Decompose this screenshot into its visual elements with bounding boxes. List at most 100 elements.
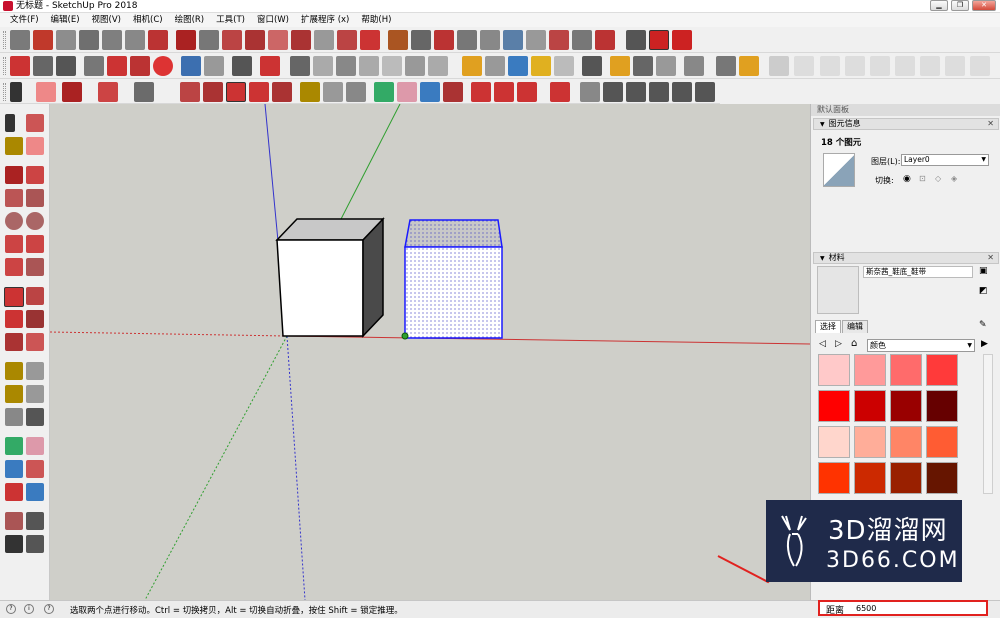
menu-file[interactable]: 文件(F) bbox=[4, 13, 45, 27]
color-swatch[interactable] bbox=[926, 462, 958, 494]
shadow-receive-icon[interactable]: ◈ bbox=[951, 174, 957, 183]
tool-m-icon[interactable] bbox=[769, 56, 789, 76]
scale-icon[interactable] bbox=[272, 82, 292, 102]
right-view-icon[interactable] bbox=[649, 82, 669, 102]
color-swatch[interactable] bbox=[818, 462, 850, 494]
orbit-icon[interactable] bbox=[374, 82, 394, 102]
redo-icon[interactable] bbox=[204, 56, 224, 76]
home-icon[interactable]: ⌂ bbox=[851, 338, 857, 349]
close-button[interactable]: ✕ bbox=[972, 0, 996, 11]
tool-23-icon[interactable] bbox=[526, 30, 546, 50]
zoom-window-icon[interactable] bbox=[26, 460, 44, 478]
push-pull-tool-icon[interactable] bbox=[26, 287, 44, 305]
undo-icon[interactable] bbox=[181, 56, 201, 76]
box-side-face[interactable] bbox=[362, 217, 384, 338]
erase-icon[interactable] bbox=[153, 56, 173, 76]
close-icon[interactable]: ✕ bbox=[987, 253, 994, 263]
offset-tool-icon[interactable] bbox=[26, 333, 44, 351]
zoom-tool-icon[interactable] bbox=[5, 460, 23, 478]
paint-bucket-icon[interactable] bbox=[5, 137, 23, 155]
collection-select[interactable]: 颜色 ▼ bbox=[867, 339, 975, 352]
walk-tool-icon[interactable] bbox=[5, 535, 23, 553]
tool-24-icon[interactable] bbox=[549, 30, 569, 50]
scale-tool-icon[interactable] bbox=[5, 333, 23, 351]
tool-u-icon[interactable] bbox=[970, 56, 990, 76]
toolbar-grip[interactable] bbox=[3, 83, 6, 101]
tool-12-icon[interactable] bbox=[268, 30, 288, 50]
tool-1-icon[interactable] bbox=[10, 30, 30, 50]
color-swatch[interactable] bbox=[890, 354, 922, 386]
arc-tool-icon[interactable] bbox=[5, 235, 23, 253]
text-icon[interactable] bbox=[323, 82, 343, 102]
3d-text-icon[interactable] bbox=[26, 408, 44, 426]
color-swatch[interactable] bbox=[890, 426, 922, 458]
copy-icon[interactable] bbox=[107, 56, 127, 76]
rotate-tool-icon[interactable] bbox=[5, 310, 23, 328]
minimize-button[interactable]: ▁ bbox=[930, 0, 948, 11]
tool-g-icon[interactable] bbox=[428, 56, 448, 76]
select-icon[interactable] bbox=[10, 82, 22, 102]
color-swatch[interactable] bbox=[926, 426, 958, 458]
tool-20-icon[interactable] bbox=[457, 30, 477, 50]
rectangle-icon[interactable] bbox=[5, 189, 23, 207]
new-icon[interactable] bbox=[10, 56, 30, 76]
materials-header[interactable]: ▼ 材料 ✕ bbox=[813, 252, 999, 264]
zoom-extents-tool-icon[interactable] bbox=[5, 483, 23, 501]
three-point-arc-icon[interactable] bbox=[5, 258, 23, 276]
color-swatch[interactable] bbox=[854, 390, 886, 422]
position-camera-icon[interactable] bbox=[5, 512, 23, 530]
two-point-arc-icon[interactable] bbox=[26, 235, 44, 253]
color-swatch[interactable] bbox=[890, 462, 922, 494]
tool-21-icon[interactable] bbox=[480, 30, 500, 50]
pan-tool-icon[interactable] bbox=[26, 437, 44, 455]
tool-9-icon[interactable] bbox=[199, 30, 219, 50]
measurements-box[interactable]: 距离 6500 bbox=[818, 600, 988, 616]
tool-5-icon[interactable] bbox=[102, 30, 122, 50]
polygon-icon[interactable] bbox=[26, 212, 44, 230]
forward-icon[interactable]: ▷ bbox=[835, 339, 842, 349]
tool-k-icon[interactable] bbox=[633, 56, 653, 76]
follow-me-icon[interactable] bbox=[26, 310, 44, 328]
model-info-icon[interactable] bbox=[260, 56, 280, 76]
zoom-extents-icon[interactable] bbox=[443, 82, 463, 102]
shadow-cast-icon[interactable]: ◇ bbox=[935, 174, 941, 183]
cut-icon[interactable] bbox=[84, 56, 104, 76]
circle-icon[interactable] bbox=[5, 212, 23, 230]
info-icon[interactable] bbox=[739, 56, 759, 76]
pie-icon[interactable] bbox=[26, 258, 44, 276]
component-icon[interactable] bbox=[26, 114, 44, 132]
pencil-icon[interactable] bbox=[62, 82, 82, 102]
toolbar-grip[interactable] bbox=[3, 57, 6, 75]
paste-icon[interactable] bbox=[130, 56, 150, 76]
palette-scrollbar[interactable] bbox=[983, 354, 993, 494]
top-view-icon[interactable] bbox=[603, 82, 623, 102]
extension-warehouse-icon[interactable] bbox=[610, 56, 630, 76]
shape-icon[interactable] bbox=[134, 82, 154, 102]
back-icon[interactable]: ◁ bbox=[819, 339, 826, 349]
menu-view[interactable]: 视图(V) bbox=[86, 13, 127, 27]
tool-28-icon[interactable] bbox=[649, 30, 669, 50]
tool-10-icon[interactable] bbox=[222, 30, 242, 50]
eraser-tool-icon[interactable] bbox=[26, 137, 44, 155]
tool-27-icon[interactable] bbox=[626, 30, 646, 50]
tool-6-icon[interactable] bbox=[125, 30, 145, 50]
move-tool-icon[interactable] bbox=[4, 287, 24, 307]
warehouse-icon[interactable] bbox=[462, 56, 482, 76]
eraser-icon[interactable] bbox=[36, 82, 56, 102]
tool-29-icon[interactable] bbox=[672, 30, 692, 50]
tool-c-icon[interactable] bbox=[336, 56, 356, 76]
tool-3-icon[interactable] bbox=[56, 30, 76, 50]
push-pull-icon[interactable] bbox=[180, 82, 200, 102]
modeling-viewport[interactable] bbox=[50, 104, 810, 600]
material-name-field[interactable]: 斯奈茜_鞋底_鞋带 bbox=[863, 266, 973, 278]
restore-button[interactable]: ❐ bbox=[951, 0, 969, 11]
tool-13-icon[interactable] bbox=[291, 30, 311, 50]
tape-tool-icon[interactable] bbox=[5, 362, 23, 380]
tool-17-icon[interactable] bbox=[388, 30, 408, 50]
tool-z-icon[interactable] bbox=[517, 82, 537, 102]
rotate-icon[interactable] bbox=[249, 82, 269, 102]
toolbar-grip[interactable] bbox=[3, 31, 6, 49]
text-tool-icon[interactable] bbox=[26, 385, 44, 403]
tool-aa-icon[interactable] bbox=[550, 82, 570, 102]
tab-select[interactable]: 选择 bbox=[815, 320, 841, 333]
